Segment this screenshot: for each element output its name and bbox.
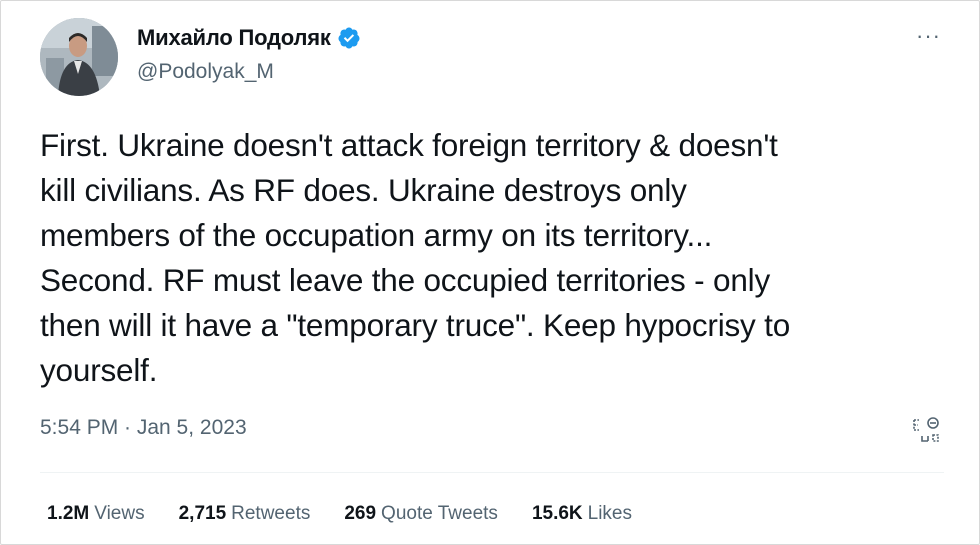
avatar[interactable] xyxy=(40,18,118,96)
views-label: Views xyxy=(94,503,145,524)
tweet-text: First. Ukraine doesn't attack foreign te… xyxy=(40,127,791,388)
quote-tweets-label: Quote Tweets xyxy=(381,503,498,524)
quote-tweets-stat[interactable]: 269 Quote Tweets xyxy=(344,503,498,525)
retweets-count: 2,715 xyxy=(178,503,227,524)
likes-stat[interactable]: 15.6K Likes xyxy=(532,503,632,525)
likes-count: 15.6K xyxy=(531,503,583,524)
retweets-stat[interactable]: 2,715 Retweets xyxy=(179,503,311,525)
views-stat[interactable]: 1.2M Views xyxy=(47,503,145,525)
avatar-image xyxy=(40,18,118,96)
author-name[interactable]: Михайло Подоляк xyxy=(137,25,331,51)
more-horizontal-icon[interactable]: ··· xyxy=(916,23,941,49)
tweet-card: Михайло Подоляк @Podolyak_M ··· First. U… xyxy=(0,0,980,545)
divider xyxy=(40,472,944,473)
tweet-timestamp[interactable]: 5:54 PM · Jan 5, 2023 xyxy=(40,416,247,440)
author-name-row[interactable]: Михайло Подоляк xyxy=(137,25,361,51)
views-count: 1.2M xyxy=(47,503,90,524)
likes-label: Likes xyxy=(587,503,632,524)
quote-tweets-count: 269 xyxy=(344,503,377,524)
tweet-stats: 1.2M Views 2,715 Retweets 269 Quote Tweets … xyxy=(47,503,666,525)
translate-icon[interactable] xyxy=(911,415,941,445)
author-handle[interactable]: @Podolyak_M xyxy=(137,60,274,84)
verified-badge-icon xyxy=(338,27,360,49)
retweets-label: Retweets xyxy=(231,503,311,524)
